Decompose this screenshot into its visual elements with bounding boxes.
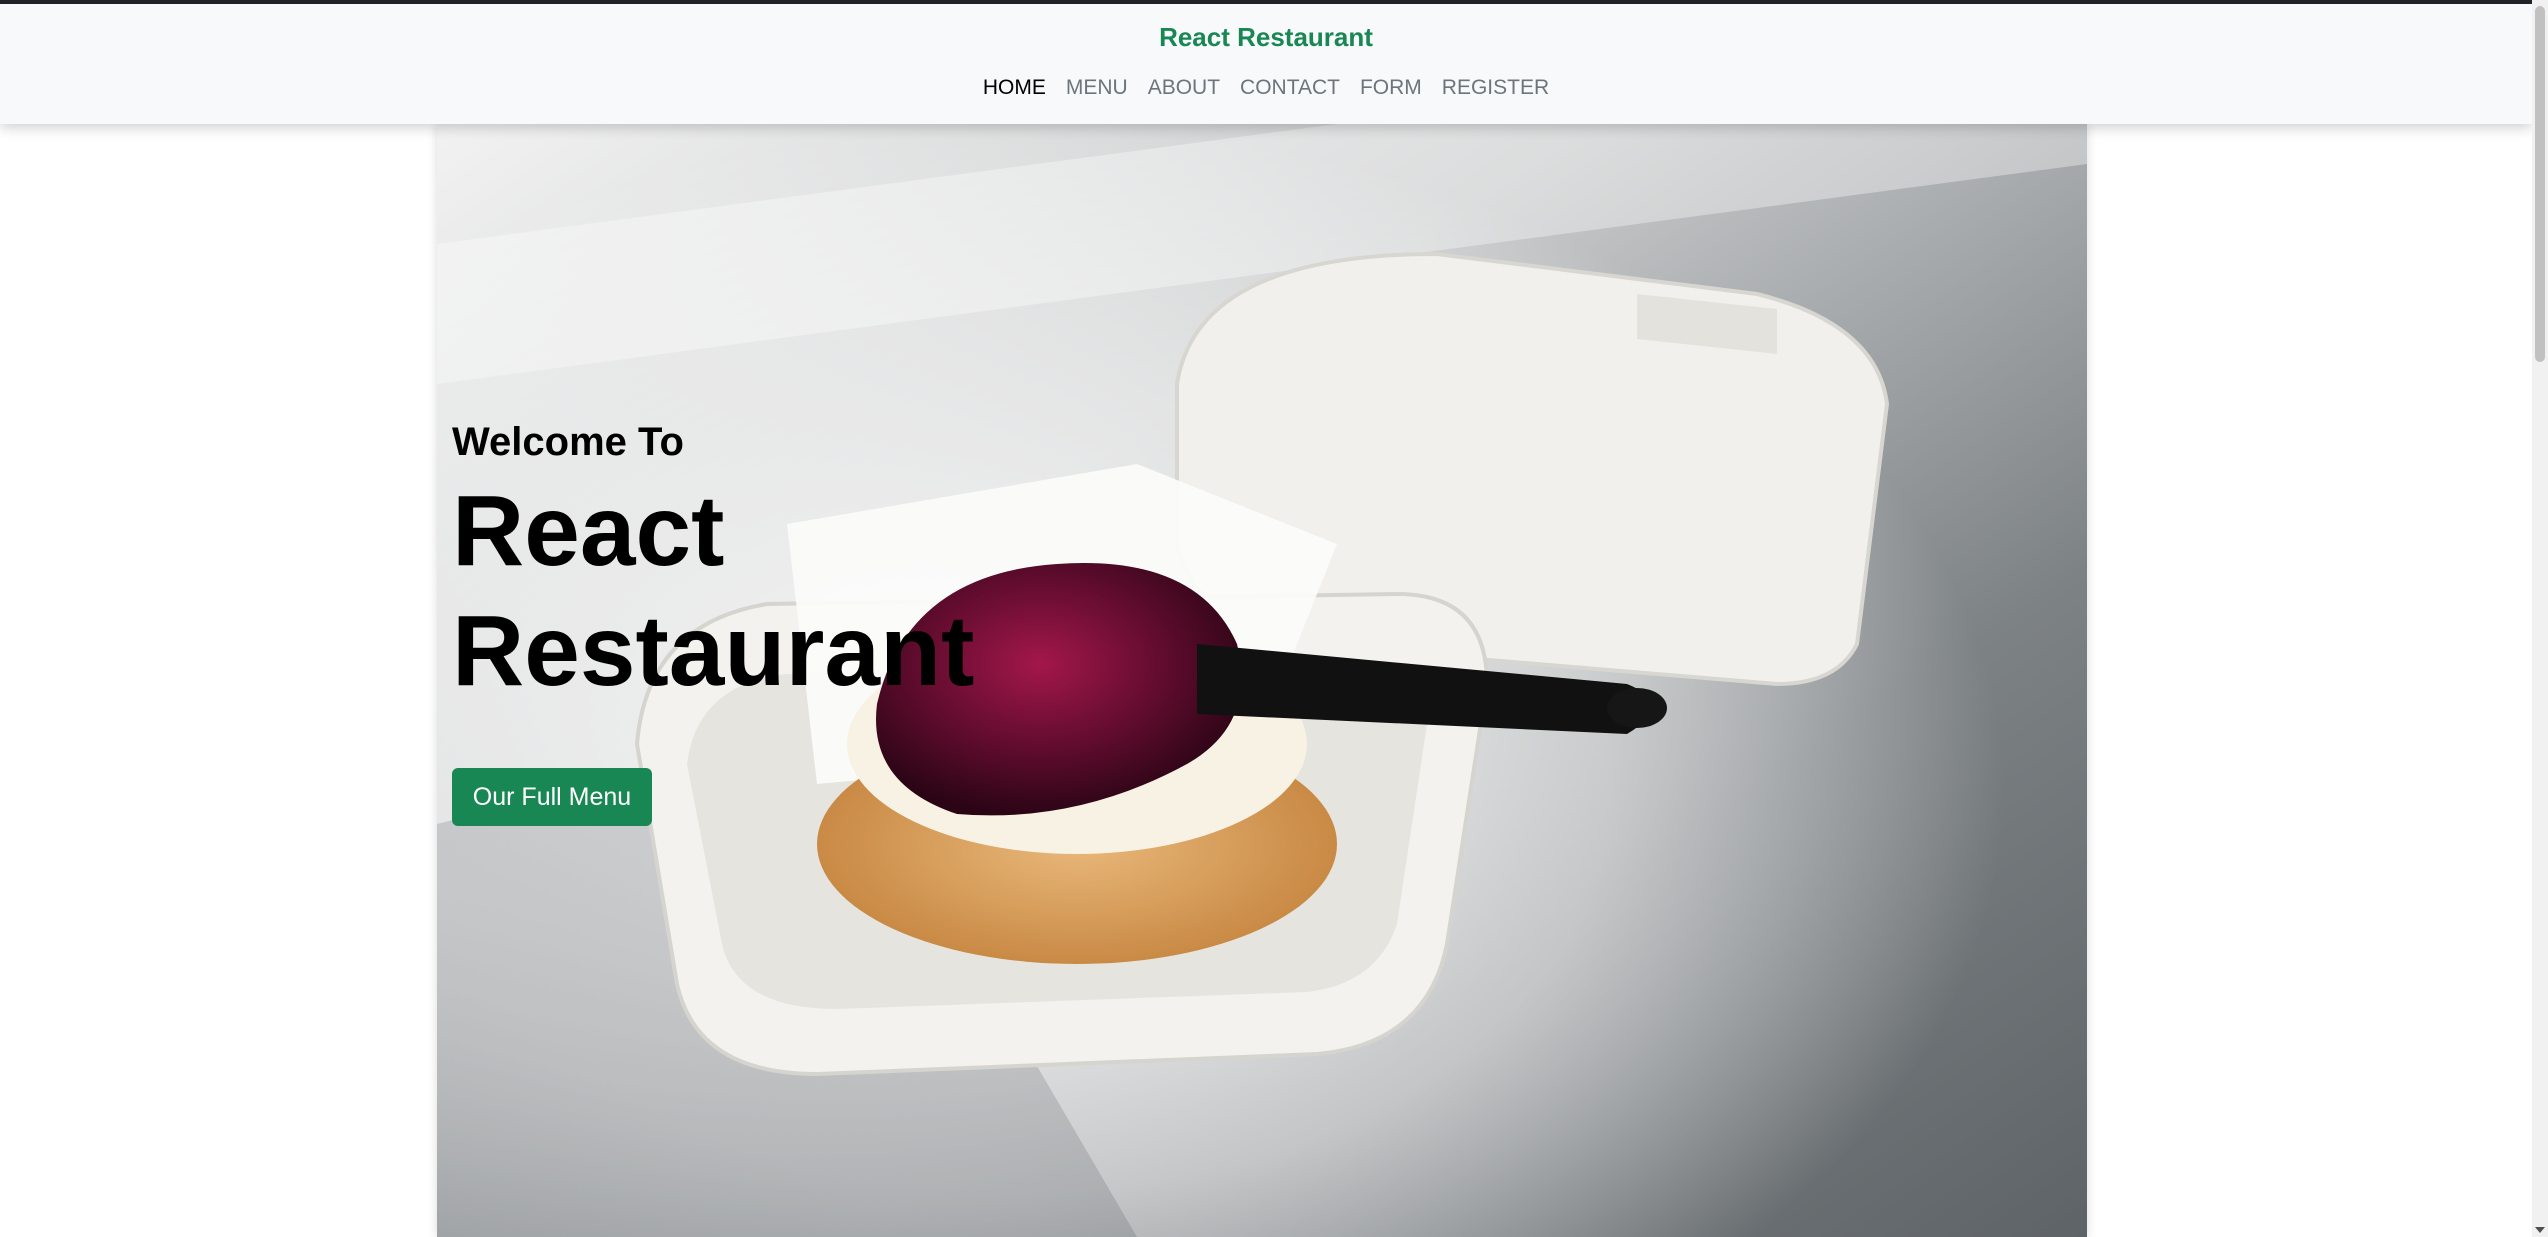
navbar: React Restaurant HOME MENU ABOUT CONTACT… (0, 4, 2532, 124)
nav-link-form[interactable]: FORM (1360, 76, 1422, 100)
hero-title-line1: React (452, 475, 725, 587)
scroll-down-arrow-icon[interactable] (2535, 1227, 2545, 1233)
scrollbar-thumb[interactable] (2535, 6, 2545, 362)
hero-title-line2: Restaurant (452, 595, 975, 707)
nav-link-home[interactable]: HOME (983, 76, 1046, 100)
hero-section: Welcome To React Restaurant Our Full Men… (437, 124, 2087, 1237)
nav-link-about[interactable]: ABOUT (1148, 76, 1220, 100)
nav-link-register[interactable]: REGISTER (1442, 76, 1549, 100)
hero-welcome-text: Welcome To (452, 420, 684, 464)
nav-link-contact[interactable]: CONTACT (1240, 76, 1340, 100)
brand-title[interactable]: React Restaurant (0, 22, 2532, 53)
page-scrollbar[interactable] (2532, 0, 2548, 1237)
nav-link-menu[interactable]: MENU (1066, 76, 1128, 100)
nav-links: HOME MENU ABOUT CONTACT FORM REGISTER (0, 76, 2532, 100)
hero-heading: Welcome To React Restaurant (452, 420, 974, 711)
full-menu-button[interactable]: Our Full Menu (452, 768, 652, 826)
